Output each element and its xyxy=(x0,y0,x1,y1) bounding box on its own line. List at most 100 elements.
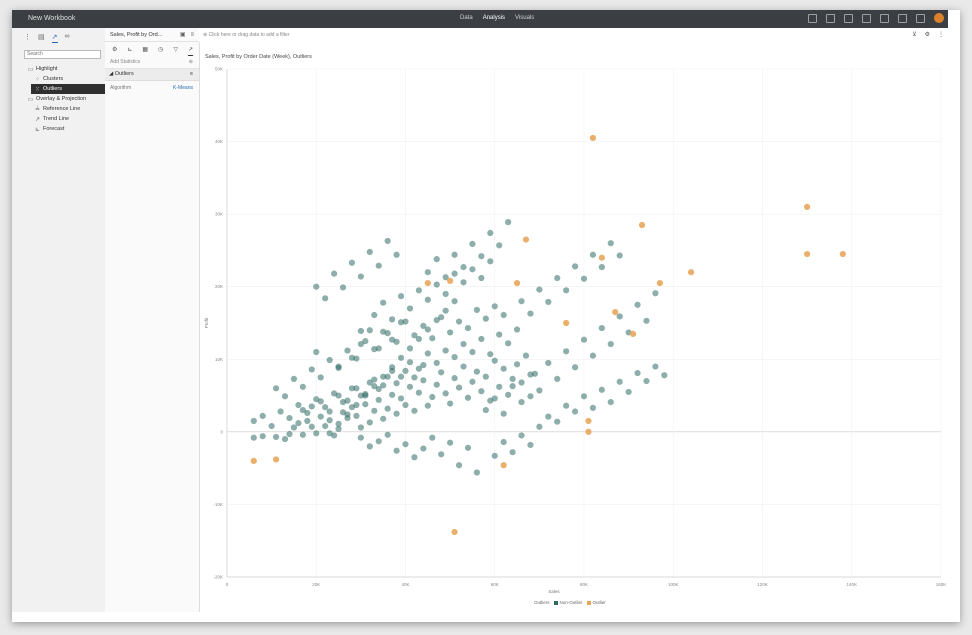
data-point-non-outlier xyxy=(393,447,400,454)
data-point-non-outlier xyxy=(366,327,373,334)
menu-visuals[interactable]: Visuals xyxy=(515,15,534,21)
x-axis-label: Sales xyxy=(548,589,560,594)
legend-swatch-outlier xyxy=(586,600,591,605)
analytics-icon[interactable]: ↗ xyxy=(51,33,58,43)
menu-icon[interactable]: ≡ xyxy=(190,32,194,38)
data-point-non-outlier xyxy=(402,367,409,374)
tree-item-reference-line[interactable]: ≟ Reference Line xyxy=(24,104,114,114)
tree-item-overlay-projection[interactable]: ▭ Overlay & Projection xyxy=(24,94,114,104)
y-tick-label: 10K xyxy=(215,357,223,362)
data-point-non-outlier xyxy=(460,363,467,370)
data-point-non-outlier xyxy=(424,402,431,409)
tree-item-clusters[interactable]: ⁘ Clusters xyxy=(24,74,114,84)
viz-name: Sales, Profit by Ord... xyxy=(110,31,163,38)
visualization-canvas[interactable]: Sales, Profit by Order Date (Week), Outl… xyxy=(200,42,948,622)
data-point-non-outlier xyxy=(389,336,396,343)
data-point-non-outlier xyxy=(411,407,418,414)
x-tick-label: 80K xyxy=(580,582,588,587)
expand-icon[interactable]: ▣ xyxy=(180,31,186,38)
general-settings-icon[interactable]: ⚙ xyxy=(112,46,117,56)
menu-analysis[interactable]: Analysis xyxy=(483,15,505,21)
help-icon[interactable] xyxy=(916,13,925,23)
data-point-non-outlier xyxy=(442,307,449,314)
menu-data[interactable]: Data xyxy=(460,15,473,21)
data-point-non-outlier xyxy=(424,296,431,303)
data-point-non-outlier xyxy=(509,449,516,456)
undo-icon[interactable] xyxy=(808,13,817,23)
data-point-non-outlier xyxy=(357,273,364,280)
add-statistics-row[interactable]: Add Statistics ⊕ xyxy=(105,56,199,69)
more-options-icon[interactable]: ⋮ xyxy=(938,31,944,38)
glasses-icon[interactable]: ∞ xyxy=(65,33,70,43)
data-point-non-outlier xyxy=(589,251,597,258)
data-point-outlier xyxy=(612,309,619,316)
collapse-icon[interactable]: ◢ xyxy=(109,71,113,77)
data-point-non-outlier xyxy=(420,445,427,452)
data-point-non-outlier xyxy=(527,393,534,400)
add-statistics-label: Add Statistics xyxy=(110,59,141,65)
scatter-chart[interactable]: -20K -10K 0 10K 20K 30K 40K 50K 0 20K 40K 60K 80K 100… xyxy=(200,42,948,602)
data-point-non-outlier xyxy=(505,340,512,347)
data-point-non-outlier xyxy=(496,242,503,249)
algorithm-select[interactable]: K-Means xyxy=(173,85,193,91)
search-input[interactable] xyxy=(24,50,101,59)
grid-icon[interactable]: ▦ xyxy=(142,46,148,56)
data-point-non-outlier xyxy=(366,419,373,426)
data-point-non-outlier xyxy=(442,347,449,354)
y-tick-label: -20K xyxy=(213,575,223,580)
data-point-non-outlier xyxy=(371,346,378,353)
tree-item-label: Highlight xyxy=(36,66,58,72)
data-point-non-outlier xyxy=(415,389,422,396)
data-point-outlier xyxy=(500,462,507,469)
tree-item-outliers[interactable]: ⁙ Outliers xyxy=(31,84,113,94)
data-point-non-outlier xyxy=(411,374,418,381)
outliers-section-header[interactable]: ◢ Outliers ≡ xyxy=(105,69,199,81)
workbook-title: New Workbook xyxy=(28,15,76,22)
data-point-non-outlier xyxy=(353,401,360,409)
tree-item-forecast[interactable]: ⊾ Forecast xyxy=(24,124,114,134)
add-icon[interactable]: ⊕ xyxy=(189,59,193,68)
analytics-tab-icon[interactable]: ↗ xyxy=(187,46,193,56)
layers-icon[interactable]: ⋮ xyxy=(24,33,31,43)
legend-item-non-outlier[interactable]: Non-Outlier xyxy=(553,600,583,605)
settings-icon[interactable] xyxy=(880,13,889,23)
data-point-non-outlier xyxy=(478,274,485,282)
share-icon[interactable] xyxy=(844,13,853,23)
filter-drop-zone[interactable]: ⊕ Click here or drag data to add a filte… xyxy=(203,32,289,38)
legend-item-outlier[interactable]: Outlier xyxy=(586,600,606,605)
data-point-non-outlier xyxy=(509,375,516,382)
data-point-non-outlier xyxy=(335,364,342,372)
data-point-non-outlier xyxy=(348,259,356,266)
save-icon[interactable] xyxy=(862,13,871,23)
axis-icon[interactable]: ⊾ xyxy=(127,46,132,56)
section-menu-icon[interactable]: ≡ xyxy=(190,71,193,80)
x-tick-label: 60K xyxy=(491,582,499,587)
filter-icon[interactable]: ▽ xyxy=(173,46,178,56)
data-point-non-outlier xyxy=(362,401,369,408)
settings-gear-icon[interactable]: ⚙ xyxy=(925,31,930,38)
redo-icon[interactable] xyxy=(826,13,835,23)
data-point-non-outlier xyxy=(366,248,373,255)
data-point-non-outlier xyxy=(518,432,525,439)
y-tick-label: 30K xyxy=(215,212,223,217)
data-point-non-outlier xyxy=(522,352,530,359)
time-icon[interactable]: ◷ xyxy=(158,46,163,56)
tree-item-label: Trend Line xyxy=(43,116,70,122)
notifications-icon[interactable] xyxy=(898,13,907,23)
data-point-non-outlier xyxy=(580,275,588,282)
data-point-non-outlier xyxy=(563,402,570,409)
data-point-non-outlier xyxy=(272,385,280,392)
tree-item-trend-line[interactable]: ↗ Trend Line xyxy=(24,114,114,124)
data-point-non-outlier xyxy=(331,390,338,397)
x-tick-label: 120K xyxy=(757,582,768,587)
data-point-non-outlier xyxy=(545,298,552,306)
data-point-non-outlier xyxy=(473,306,480,314)
top-bar: New Workbook Data Analysis Visuals xyxy=(12,10,948,28)
filter-toggle-icon[interactable]: ⊻ xyxy=(912,31,916,38)
chart-icon[interactable]: ▤ xyxy=(38,33,45,43)
avatar[interactable] xyxy=(934,13,944,23)
tree-item-highlight[interactable]: ▭ Highlight xyxy=(24,64,114,74)
data-point-non-outlier xyxy=(554,274,561,282)
data-point-non-outlier xyxy=(478,335,485,343)
viz-tab[interactable]: Sales, Profit by Ord... ▣ ≡ xyxy=(105,28,199,42)
